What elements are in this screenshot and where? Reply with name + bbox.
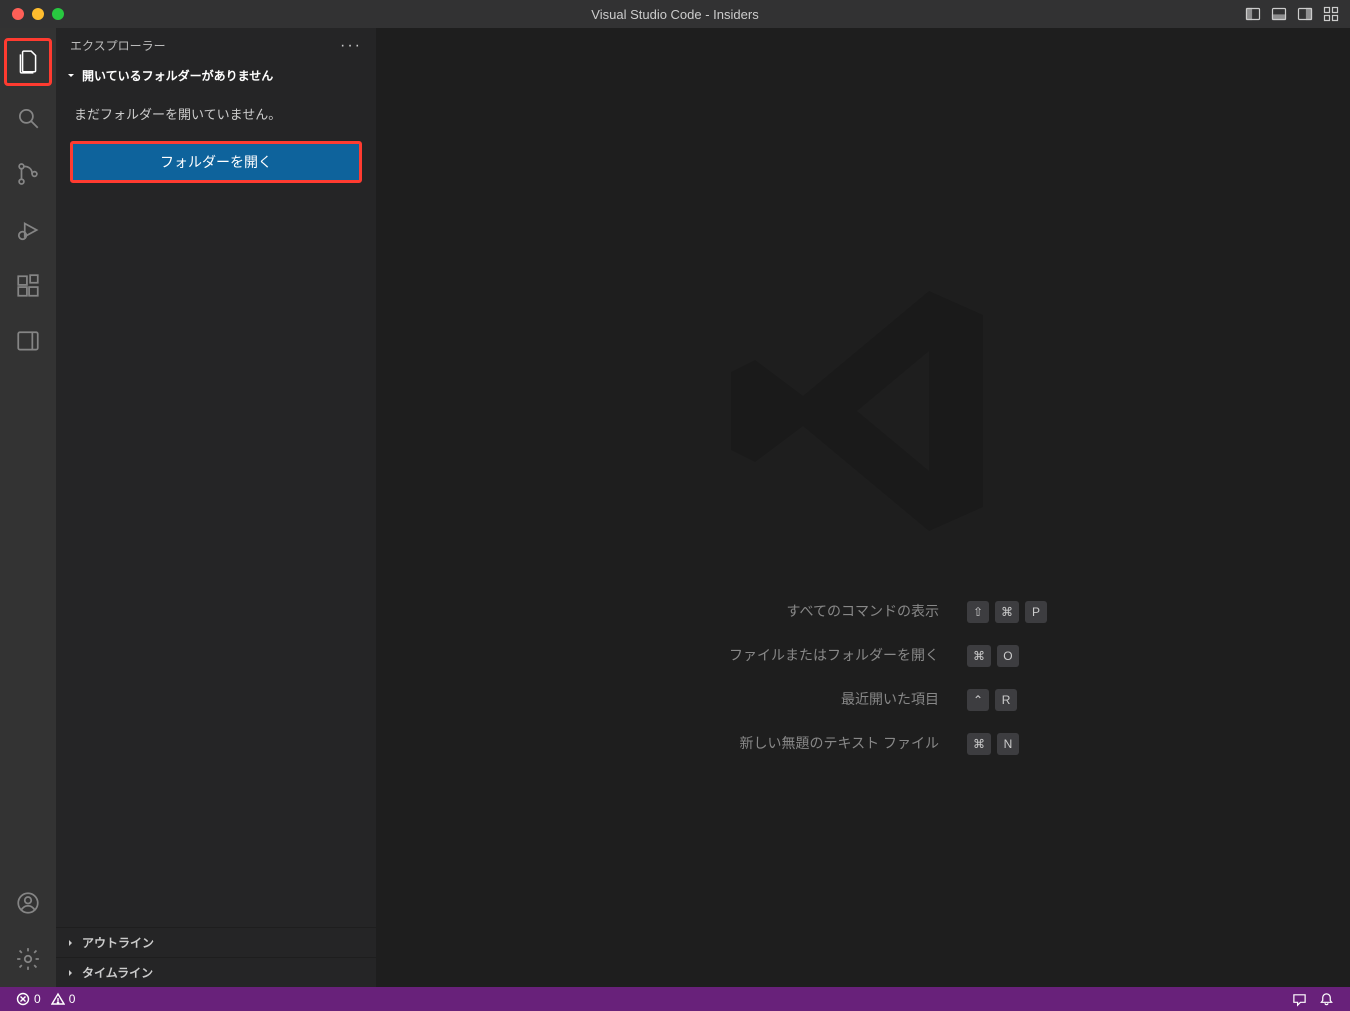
key: ⌘ bbox=[967, 733, 991, 755]
statusbar: 0 0 bbox=[0, 987, 1350, 1011]
titlebar: Visual Studio Code - Insiders bbox=[0, 0, 1350, 28]
status-feedback[interactable] bbox=[1286, 992, 1313, 1007]
timeline-label: タイムライン bbox=[82, 964, 153, 981]
shortcut-open-file-folder: ファイルまたはフォルダーを開く ⌘ O bbox=[679, 645, 1047, 667]
chevron-right-icon bbox=[64, 937, 78, 949]
shortcut-keys: ⌘ O bbox=[967, 645, 1019, 667]
section-no-folder-title: 開いているフォルダーがありません bbox=[82, 67, 273, 84]
outline-label: アウトライン bbox=[82, 934, 154, 951]
vscode-logo-icon bbox=[713, 261, 1013, 561]
shortcut-label: すべてのコマンドの表示 bbox=[679, 602, 939, 622]
chevron-right-icon bbox=[64, 967, 78, 979]
key: R bbox=[995, 689, 1017, 711]
maximize-window-button[interactable] bbox=[52, 8, 64, 20]
welcome-shortcuts: すべてのコマンドの表示 ⇧ ⌘ P ファイルまたはフォルダーを開く ⌘ O 最近… bbox=[679, 601, 1047, 755]
key: ⌘ bbox=[995, 601, 1019, 623]
shortcut-open-recent: 最近開いた項目 ⌃ R bbox=[679, 689, 1047, 711]
activity-accounts[interactable] bbox=[4, 879, 52, 927]
editor-welcome: すべてのコマンドの表示 ⇧ ⌘ P ファイルまたはフォルダーを開く ⌘ O 最近… bbox=[376, 28, 1350, 987]
section-timeline[interactable]: タイムライン bbox=[56, 957, 376, 987]
activity-source-control[interactable] bbox=[4, 150, 52, 198]
chevron-down-icon bbox=[64, 70, 78, 82]
sidebar-explorer: エクスプローラー ··· 開いているフォルダーがありません まだフォルダーを開い… bbox=[56, 28, 376, 987]
key: P bbox=[1025, 601, 1047, 623]
activity-extensions[interactable] bbox=[4, 262, 52, 310]
key: ⌃ bbox=[967, 689, 989, 711]
window-title: Visual Studio Code - Insiders bbox=[591, 7, 758, 22]
titlebar-layout-controls bbox=[1244, 5, 1350, 23]
section-outline[interactable]: アウトライン bbox=[56, 927, 376, 957]
shortcut-keys: ⇧ ⌘ P bbox=[967, 601, 1047, 623]
toggle-secondary-sidebar-icon[interactable] bbox=[1296, 5, 1314, 23]
open-folder-button[interactable]: フォルダーを開く bbox=[70, 141, 362, 183]
toggle-primary-sidebar-icon[interactable] bbox=[1244, 5, 1262, 23]
warning-icon bbox=[51, 992, 65, 1006]
error-icon bbox=[16, 992, 30, 1006]
window-controls bbox=[0, 8, 64, 20]
status-problems[interactable]: 0 0 bbox=[10, 992, 81, 1006]
sidebar-bottom-sections: アウトライン タイムライン bbox=[56, 927, 376, 987]
shortcut-label: ファイルまたはフォルダーを開く bbox=[679, 646, 939, 666]
activity-run-debug[interactable] bbox=[4, 206, 52, 254]
sidebar-title: エクスプローラー bbox=[70, 37, 166, 54]
customize-layout-icon[interactable] bbox=[1322, 5, 1340, 23]
shortcut-label: 新しい無題のテキスト ファイル bbox=[679, 734, 939, 754]
section-no-folder-open[interactable]: 開いているフォルダーがありません bbox=[56, 63, 376, 88]
key: O bbox=[997, 645, 1019, 667]
no-folder-text: まだフォルダーを開いていません。 bbox=[70, 96, 362, 131]
sidebar-more-icon[interactable]: ··· bbox=[340, 37, 362, 55]
shortcut-keys: ⌃ R bbox=[967, 689, 1017, 711]
key: ⇧ bbox=[967, 601, 989, 623]
close-window-button[interactable] bbox=[12, 8, 24, 20]
minimize-window-button[interactable] bbox=[32, 8, 44, 20]
section-body: まだフォルダーを開いていません。 フォルダーを開く bbox=[56, 88, 376, 191]
key: N bbox=[997, 733, 1019, 755]
error-count: 0 bbox=[34, 992, 41, 1006]
activity-bar bbox=[0, 28, 56, 987]
toggle-panel-icon[interactable] bbox=[1270, 5, 1288, 23]
shortcut-label: 最近開いた項目 bbox=[679, 690, 939, 710]
activity-search[interactable] bbox=[4, 94, 52, 142]
shortcut-new-untitled-file: 新しい無題のテキスト ファイル ⌘ N bbox=[679, 733, 1047, 755]
activity-remote-explorer[interactable] bbox=[4, 318, 52, 366]
shortcut-keys: ⌘ N bbox=[967, 733, 1019, 755]
sidebar-header: エクスプローラー ··· bbox=[56, 28, 376, 63]
shortcut-show-commands: すべてのコマンドの表示 ⇧ ⌘ P bbox=[679, 601, 1047, 623]
status-notifications[interactable] bbox=[1313, 992, 1340, 1007]
main-area: エクスプローラー ··· 開いているフォルダーがありません まだフォルダーを開い… bbox=[0, 28, 1350, 987]
activity-settings[interactable] bbox=[4, 935, 52, 983]
key: ⌘ bbox=[967, 645, 991, 667]
activity-explorer[interactable] bbox=[4, 38, 52, 86]
warning-count: 0 bbox=[69, 992, 76, 1006]
